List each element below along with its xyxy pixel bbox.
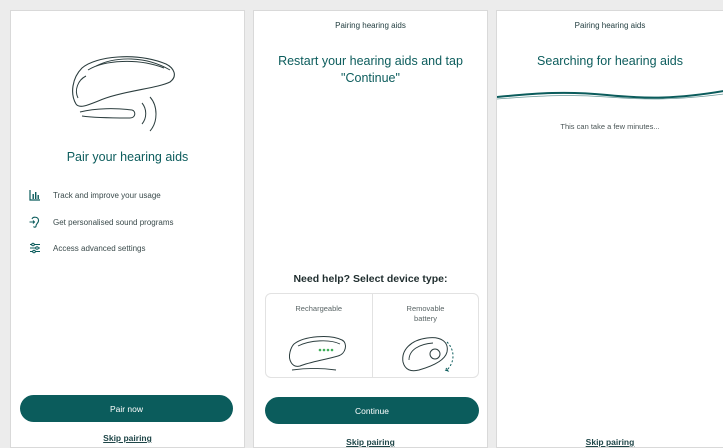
pair-title: Pair your hearing aids [66,150,189,164]
pair-intro-screen: Pair your hearing aids Track and improve… [10,10,245,448]
feature-programs: Get personalised sound programs [29,216,174,228]
feature-label: Access advanced settings [53,243,146,253]
restart-title-line2: "Continue" [341,71,400,85]
screen-header: Pairing hearing aids [335,21,406,30]
restart-screen: Pairing hearing aids Restart your hearin… [253,10,488,448]
searching-screen: Pairing hearing aids Searching for heari… [496,10,723,448]
removable-battery-device-icon [401,337,453,372]
skip-pairing-link[interactable]: Skip pairing [497,437,723,447]
feature-label: Get personalised sound programs [53,217,174,227]
feature-usage: Track and improve your usage [29,189,161,201]
device-option-removable-battery[interactable]: Removable battery [371,294,479,377]
restart-title-line1: Restart your hearing aids and tap [278,54,463,68]
search-progress-wave [497,90,723,100]
help-title: Need help? Select device type: [293,273,448,285]
device-option-rechargeable[interactable]: Rechargeable [266,294,372,377]
searching-subtext: This can take a few minutes... [560,122,660,131]
skip-pairing-link[interactable]: Skip pairing [254,437,487,447]
skip-pairing-link[interactable]: Skip pairing [11,433,244,443]
device-label: Rechargeable [295,304,343,313]
ear-program-icon [29,216,41,228]
feature-settings: Access advanced settings [29,242,146,254]
bar-chart-icon [29,189,41,201]
rechargeable-device-icon [289,336,346,371]
sliders-icon [29,242,41,254]
screen-header: Pairing hearing aids [574,21,646,30]
hearing-aid-illustration [72,56,175,132]
searching-title: Searching for hearing aids [537,54,683,68]
device-label: Removable battery [406,304,445,323]
pair-now-button[interactable]: Pair now [20,395,233,422]
feature-label: Track and improve your usage [53,190,161,200]
device-type-selector: Rechargeable Removable battery [265,293,479,378]
continue-button[interactable]: Continue [265,397,479,424]
